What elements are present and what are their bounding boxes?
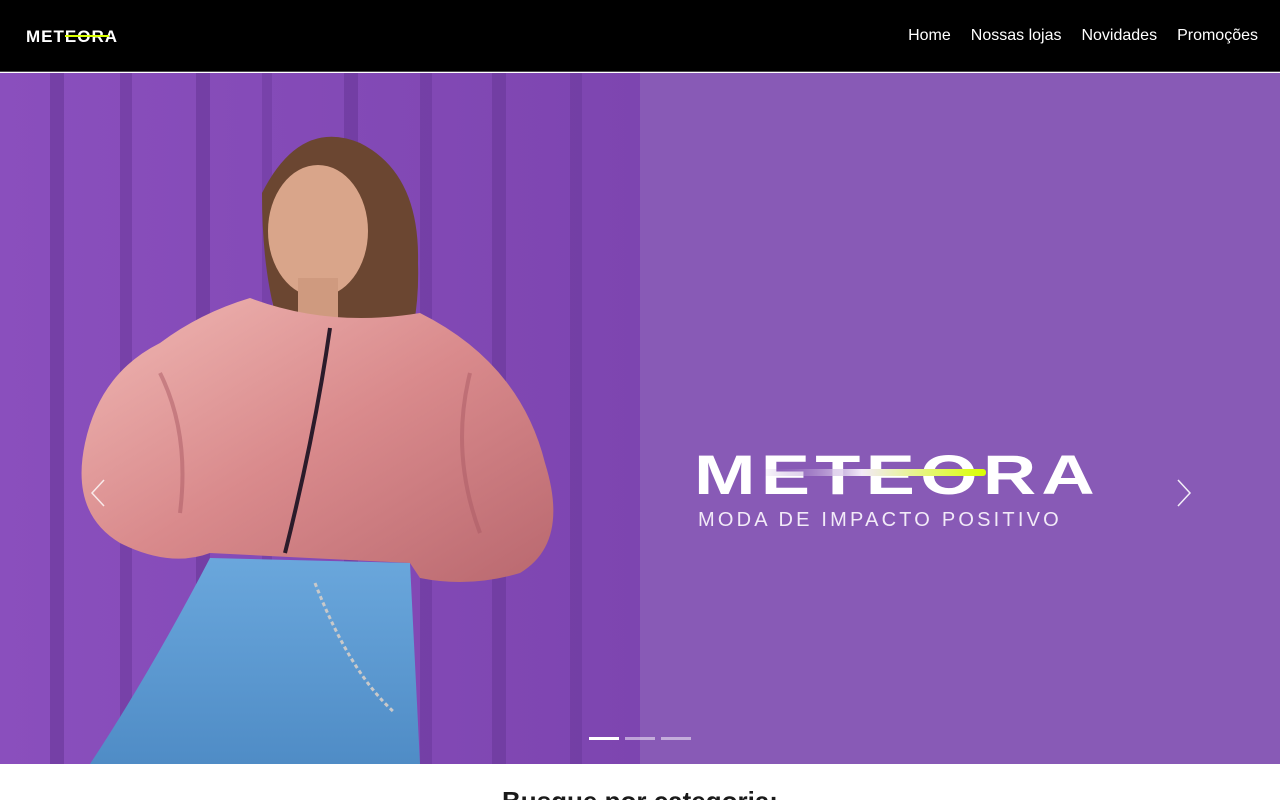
- nav-link-novidades[interactable]: Novidades: [1081, 26, 1157, 46]
- brand-logo-streak: [65, 35, 109, 37]
- hero-photo: [0, 73, 640, 764]
- nav-link-promocoes[interactable]: Promoções: [1177, 26, 1258, 46]
- nav-menu: Home Nossas lojas Novidades Promoções: [908, 26, 1258, 46]
- hero-panel: [640, 73, 1280, 764]
- top-navbar: METEORA Home Nossas lojas Novidades Prom…: [0, 0, 1280, 72]
- carousel-indicator-3[interactable]: [661, 737, 691, 740]
- hero-carousel: METEORA MODA DE IMPACTO POSITIVO: [0, 73, 1280, 764]
- carousel-indicators: [589, 737, 691, 740]
- categories-title: Busque por categoria:: [0, 786, 1280, 800]
- carousel-indicator-2[interactable]: [625, 737, 655, 740]
- brand-logo-mark: METEORA: [26, 27, 117, 46]
- carousel-indicator-1[interactable]: [589, 737, 619, 740]
- nav-link-nossas-lojas[interactable]: Nossas lojas: [971, 26, 1062, 46]
- hero-logo: METEORA: [694, 448, 1096, 500]
- chevron-right-icon: [1177, 479, 1192, 507]
- carousel-prev-button[interactable]: [68, 463, 128, 523]
- brand-logo[interactable]: METEORA: [26, 26, 152, 46]
- chevron-left-icon: [90, 479, 105, 507]
- hero-tagline: MODA DE IMPACTO POSITIVO: [698, 509, 1062, 531]
- nav-link-home[interactable]: Home: [908, 26, 951, 46]
- hero-logo-streak: [760, 469, 986, 476]
- carousel-next-button[interactable]: [1154, 463, 1214, 523]
